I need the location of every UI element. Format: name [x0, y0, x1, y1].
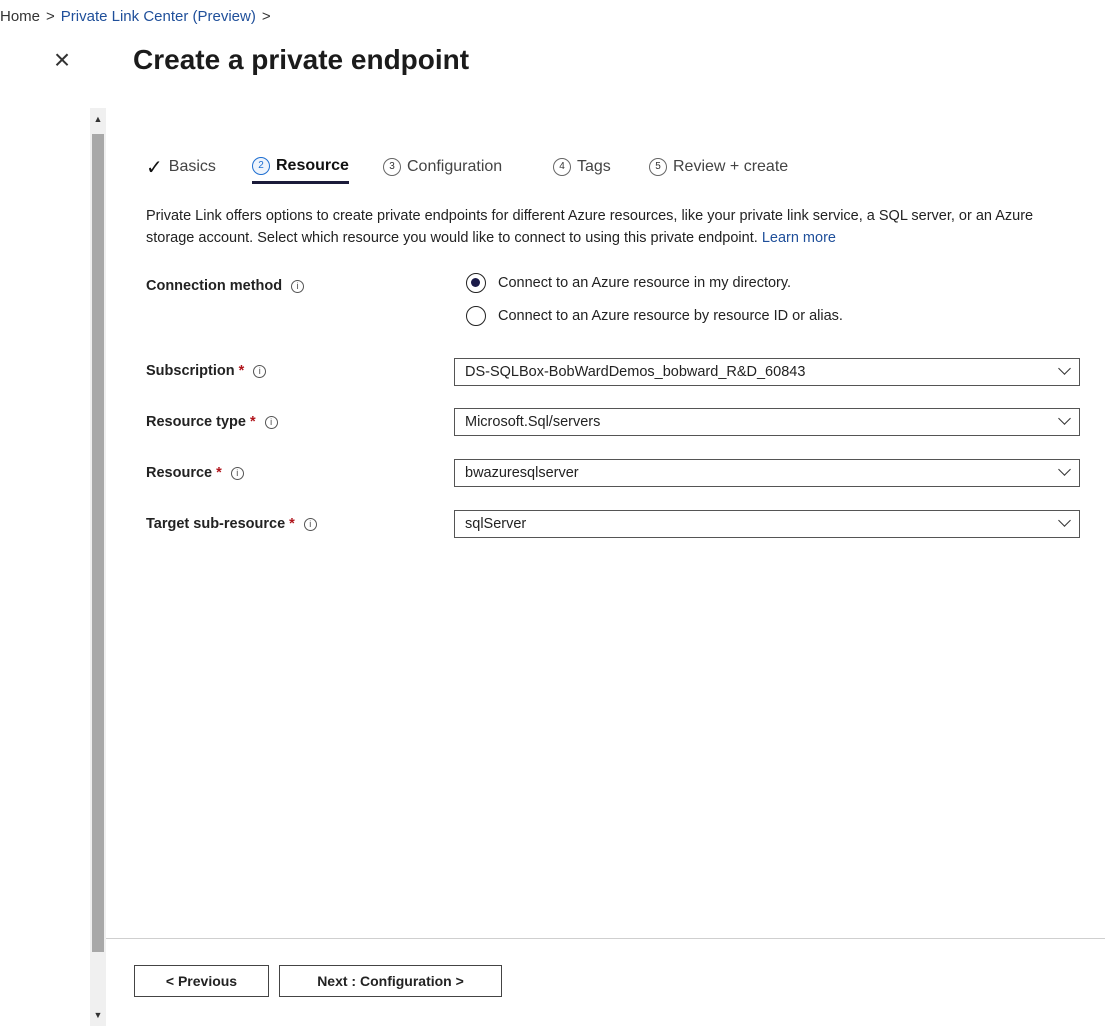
tab-label: Review + create — [673, 158, 789, 175]
chevron-down-icon — [1058, 463, 1071, 476]
tab-configuration[interactable]: 3 Configuration — [383, 150, 502, 184]
next-configuration-button[interactable]: Next : Configuration > — [279, 965, 502, 997]
info-icon[interactable]: i — [264, 415, 278, 429]
checkmark-icon: ✓ — [146, 156, 163, 179]
step-number-icon: 4 — [553, 158, 571, 176]
radio-button-checked[interactable] — [466, 273, 486, 293]
tab-label: Tags — [577, 158, 611, 175]
resource-type-dropdown[interactable]: Microsoft.Sql/servers — [454, 408, 1080, 436]
breadcrumb: Home > Private Link Center (Preview) > — [0, 8, 277, 25]
dropdown-value: DS-SQLBox-BobWardDemos_bobward_R&D_60843 — [465, 364, 806, 380]
page-title: Create a private endpoint — [133, 44, 470, 75]
required-marker: * — [289, 516, 295, 532]
required-marker: * — [249, 414, 256, 430]
step-number-icon: 3 — [383, 158, 401, 176]
dropdown-value: Microsoft.Sql/servers — [465, 414, 601, 430]
breadcrumb-separator: > — [46, 8, 55, 25]
close-icon[interactable]: × — [48, 46, 76, 74]
scroll-up-arrow-icon[interactable]: ▲ — [90, 108, 106, 130]
info-icon[interactable]: i — [291, 279, 305, 293]
tab-basics[interactable]: ✓ Basics — [146, 150, 216, 184]
chevron-down-icon — [1058, 514, 1071, 527]
breadcrumb-home[interactable]: Home — [0, 8, 40, 25]
radio-label: Connect to an Azure resource in my direc… — [498, 275, 792, 291]
step-number-icon: 2 — [252, 156, 270, 175]
info-icon[interactable]: i — [230, 466, 244, 480]
learn-more-link[interactable]: Learn more — [762, 230, 836, 246]
tab-label: Resource — [276, 156, 349, 174]
required-marker: * — [216, 465, 222, 481]
dropdown-value: bwazuresqlserver — [465, 465, 579, 481]
subscription-label: Subscription * i — [146, 363, 267, 379]
subscription-dropdown[interactable]: DS-SQLBox-BobWardDemos_bobward_R&D_60843 — [454, 358, 1080, 386]
target-sub-resource-label: Target sub-resource * i — [146, 516, 317, 532]
breadcrumb-separator: > — [261, 8, 271, 25]
footer-divider — [106, 938, 1105, 939]
chevron-down-icon — [1058, 362, 1071, 375]
tab-review-create[interactable]: 5 Review + create — [649, 150, 788, 184]
chevron-down-icon — [1058, 412, 1071, 425]
resource-type-label: Resource type * i — [146, 414, 278, 430]
dropdown-value: sqlServer — [465, 516, 527, 532]
tab-tags[interactable]: 4 Tags — [553, 150, 611, 184]
radio-button[interactable] — [466, 306, 486, 326]
info-icon[interactable]: i — [253, 364, 267, 378]
tab-label: Configuration — [407, 158, 503, 175]
required-marker: * — [238, 363, 245, 379]
tab-label: Basics — [168, 158, 216, 175]
description-text: Private Link offers options to create pr… — [146, 208, 1034, 246]
connection-method-label: Connection method i — [146, 278, 305, 294]
breadcrumb-private-link-center[interactable]: Private Link Center (Preview) — [61, 8, 256, 25]
description: Private Link offers options to create pr… — [146, 205, 1056, 249]
scroll-down-arrow-icon[interactable]: ▼ — [90, 1004, 106, 1026]
radio-label: Connect to an Azure resource by resource… — [498, 308, 843, 324]
step-number-icon: 5 — [649, 158, 667, 176]
vertical-scrollbar[interactable]: ▲ ▼ — [90, 108, 106, 1026]
radio-azure-directory[interactable]: Connect to an Azure resource in my direc… — [466, 273, 791, 293]
tab-resource[interactable]: 2 Resource — [252, 150, 349, 184]
radio-resource-id-alias[interactable]: Connect to an Azure resource by resource… — [466, 306, 843, 326]
scroll-thumb[interactable] — [92, 134, 104, 952]
resource-dropdown[interactable]: bwazuresqlserver — [454, 459, 1080, 487]
previous-button[interactable]: < Previous — [134, 965, 269, 997]
info-icon[interactable]: i — [303, 517, 317, 531]
resource-label: Resource * i — [146, 465, 244, 481]
target-sub-resource-dropdown[interactable]: sqlServer — [454, 510, 1080, 538]
